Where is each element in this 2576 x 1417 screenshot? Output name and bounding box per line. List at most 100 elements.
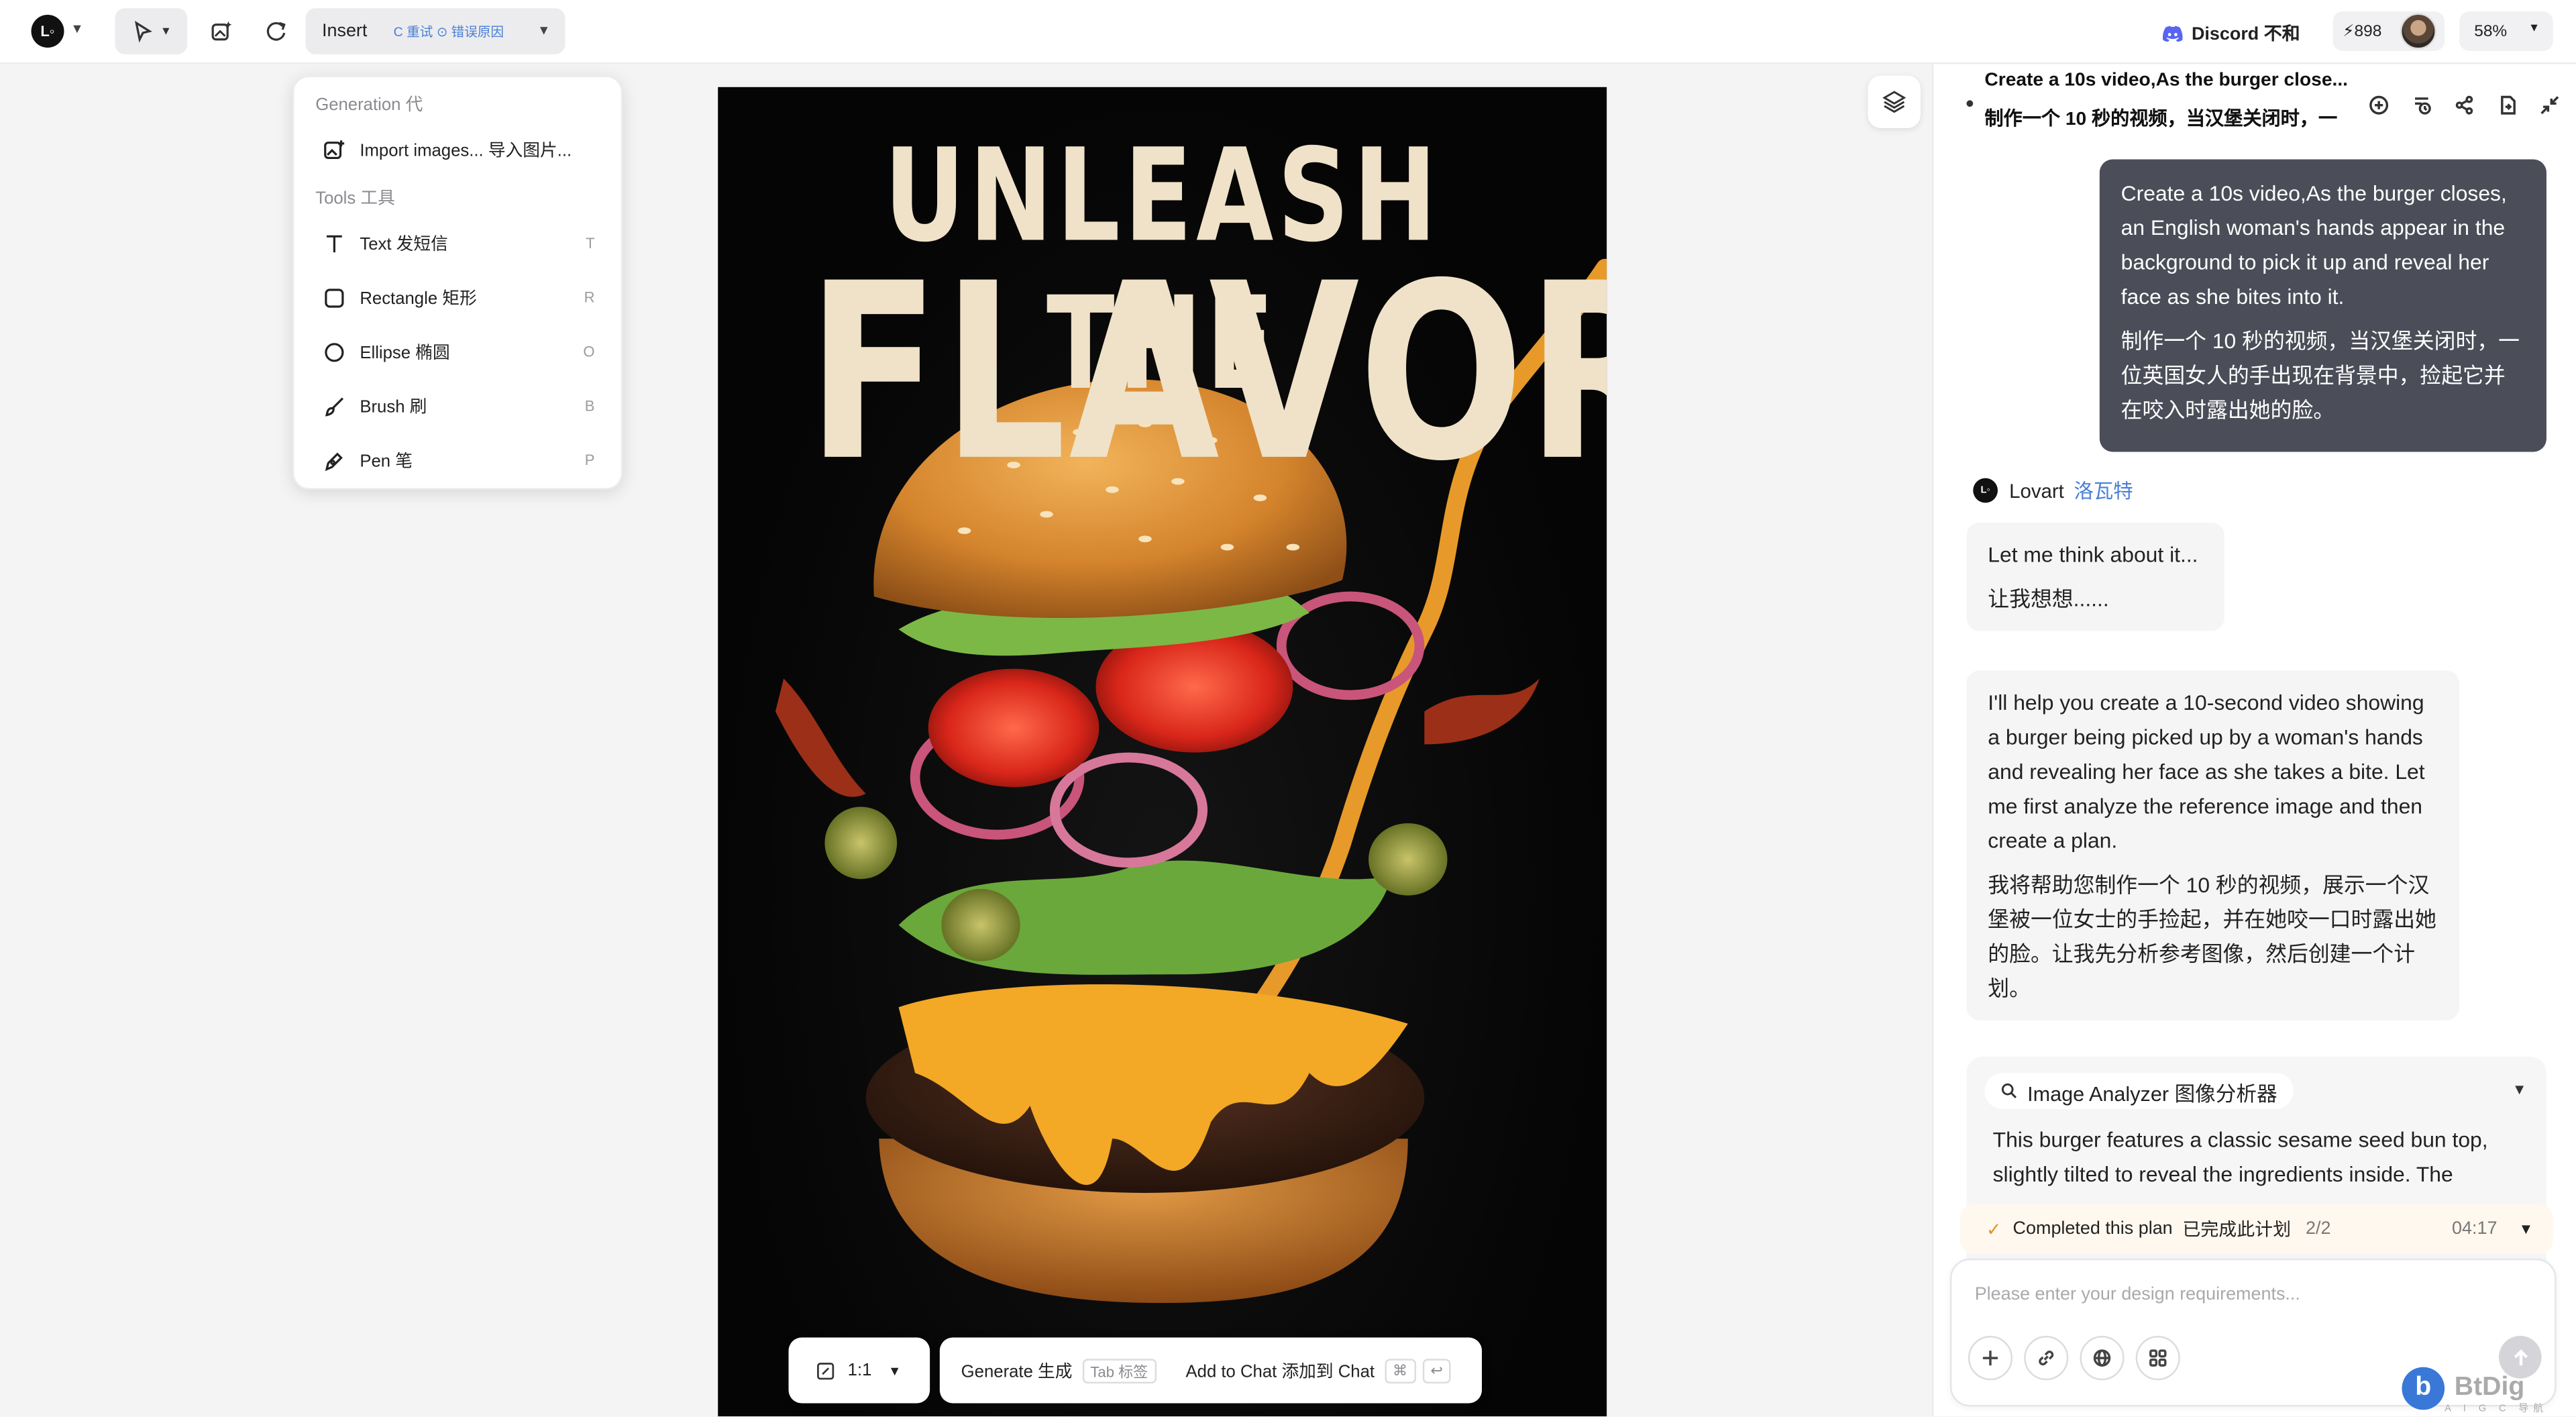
image-analyzer-tag: Image Analyzer 图像分析器 (1984, 1073, 2294, 1110)
insert-retry-hint[interactable]: C 重试 ⊙ 错误原因 (394, 22, 504, 40)
discord-link[interactable]: Discord 不和 (2162, 19, 2300, 46)
brush-icon (325, 397, 344, 416)
plus-icon (1982, 1351, 1998, 1366)
discord-label: Discord 不和 (2191, 24, 2300, 45)
menu-item-label: Import images... 导入图片... (360, 140, 572, 160)
avatar[interactable] (2400, 13, 2436, 50)
agent-header: L◦ Lovart 洛瓦特 (1973, 476, 2133, 505)
plan-time: 04:17 (2452, 1219, 2498, 1239)
chevron-down-icon: ▼ (537, 23, 551, 38)
chat-subtitle: 制作一个 10 秒的视频，当汉堡关闭时，一 (1984, 110, 2338, 130)
shortcut-key: R (584, 289, 595, 306)
text-icon (327, 234, 342, 252)
shortcut-key: T (586, 235, 595, 252)
status-dot (1966, 100, 1974, 107)
enter-key-hint: ↩ (1422, 1358, 1452, 1383)
canvas-action-bar: Generate 生成 Tab 标签 Add to Chat 添加到 Chat … (939, 1337, 1482, 1404)
layers-button[interactable] (1868, 75, 1921, 129)
menu-item-rectangle[interactable]: Rectangle 矩形 R (307, 274, 611, 321)
magic-edit-button[interactable] (202, 8, 241, 54)
chevron-down-icon: ▼ (2528, 23, 2540, 35)
aspect-ratio-select[interactable]: 1:1 ▼ (788, 1337, 930, 1404)
share-icon (2455, 95, 2473, 115)
chevron-down-icon: ▼ (160, 25, 172, 38)
chevron-down-icon[interactable]: ▼ (2512, 1081, 2527, 1097)
insert-menu: Generation 代 Import images... 导入图片... To… (292, 75, 623, 490)
thinking-en: Let me think about it... (1988, 542, 2198, 567)
menu-item-brush[interactable]: Brush 刷 B (307, 383, 611, 429)
collapse-button[interactable] (2528, 92, 2571, 118)
cursor-icon (133, 20, 152, 43)
user-message-cn: 制作一个 10 秒的视频，当汉堡关闭时，一位英国女人的手出现在背景中，捡起它并在… (2121, 328, 2520, 423)
chevron-down-icon: ▼ (2518, 1220, 2534, 1238)
menu-item-label: Brush 刷 (360, 397, 427, 417)
agent-name: Lovart (2009, 478, 2064, 503)
plan-step-count: 2/2 (2306, 1219, 2331, 1239)
thinking-cn: 让我想想...... (1988, 586, 2109, 612)
new-chat-button[interactable] (2357, 92, 2400, 118)
insert-label: Insert (322, 21, 368, 42)
search-icon (2001, 1083, 2017, 1098)
menu-item-ellipse[interactable]: Ellipse 椭圆 O (307, 329, 611, 375)
zoom-select[interactable]: 58% ▼ (2459, 11, 2553, 51)
chevron-down-icon[interactable]: ▼ (70, 21, 83, 36)
menu-item-pen[interactable]: Pen 笔 P (307, 437, 611, 483)
link-button[interactable] (2024, 1336, 2069, 1381)
plan-status-bar[interactable]: ✓ Completed this plan 已完成此计划 2/2 04:17 ▼ (1960, 1204, 2553, 1254)
pen-icon (325, 452, 343, 470)
grid-icon (2149, 1349, 2167, 1367)
history-button[interactable] (2400, 92, 2443, 118)
arrow-up-icon (2513, 1348, 2527, 1365)
menu-item-import-images[interactable]: Import images... 导入图片... (307, 127, 611, 173)
generate-button[interactable]: Generate 生成 (961, 1358, 1073, 1383)
rotate-button[interactable] (256, 8, 296, 54)
rectangle-icon (325, 288, 344, 307)
top-toolbar: L◦ ▼ ▼ Insert C 重试 ⊙ 错误原因 ▼ Discord 不和 ⚡… (0, 0, 2576, 64)
agent-thinking-message: Let me think about it... 让我想想...... (1966, 522, 2224, 631)
zoom-value: 58% (2474, 22, 2508, 41)
poster-headline-line2: FLAVOR (806, 231, 1607, 515)
aspect-ratio-value: 1:1 (847, 1360, 872, 1381)
input-toolbar (1968, 1336, 2192, 1381)
menu-item-text[interactable]: Text 发短信 T (307, 220, 611, 266)
add-to-chat-button[interactable]: Add to Chat 添加到 Chat (1185, 1358, 1375, 1383)
plan-en: I'll help you create a 10-second video s… (1988, 690, 2425, 853)
check-icon: ✓ (1986, 1220, 2002, 1240)
collapse-icon (2540, 96, 2559, 115)
cmd-key-hint: ⌘ (1384, 1358, 1416, 1383)
credits-value: ⚡898 (2343, 22, 2382, 41)
discord-icon (2162, 25, 2183, 41)
share-button[interactable] (2443, 92, 2486, 118)
menu-item-label: Pen 笔 (360, 451, 413, 471)
history-icon (2415, 97, 2431, 115)
image-plus-icon (324, 140, 345, 158)
apps-button[interactable] (2135, 1336, 2180, 1381)
insert-button[interactable]: Insert C 重试 ⊙ 错误原因 ▼ (305, 8, 566, 54)
plan-status-label-cn: 已完成此计划 (2182, 1220, 2292, 1241)
plan-cn: 我将帮助您制作一个 10 秒的视频，展示一个汉堡被一位女士的手捡起，并在她咬一口… (1988, 872, 2436, 1001)
lovart-logo-icon: L◦ (1973, 478, 1998, 503)
chat-header-actions (2357, 92, 2571, 118)
image-analyzer-label: Image Analyzer 图像分析器 (2027, 1082, 2277, 1105)
tab-key-hint: Tab 标签 (1082, 1358, 1157, 1383)
rotate-icon (266, 21, 286, 41)
chat-panel: Create a 10s video,As the burger close..… (1932, 64, 2576, 1417)
layers-icon (1882, 91, 1906, 113)
watermark-brand: BtDig (2454, 1373, 2525, 1402)
chevron-down-icon: ▼ (888, 1363, 902, 1378)
agent-plan-message: I'll help you create a 10-second video s… (1966, 670, 2460, 1020)
file-export-icon (2501, 95, 2516, 115)
attach-button[interactable] (1968, 1336, 2013, 1381)
chat-input[interactable]: Please enter your design requirements... (1975, 1285, 2300, 1304)
menu-item-label: Text 发短信 (360, 233, 448, 254)
export-button[interactable] (2485, 92, 2528, 118)
canvas-image[interactable]: UNLEASH THE FLAVOR (718, 87, 1607, 1417)
select-tool-button[interactable]: ▼ (115, 8, 188, 54)
plan-status-label: Completed this plan (2012, 1219, 2173, 1239)
image-sparkle-icon (211, 21, 232, 41)
web-search-button[interactable] (2080, 1336, 2125, 1381)
chat-title: Create a 10s video,As the burger close..… (1984, 70, 2349, 91)
menu-item-label: Ellipse 椭圆 (360, 342, 450, 363)
lovart-logo-icon[interactable]: L◦ (31, 15, 64, 48)
menu-item-label: Rectangle 矩形 (360, 288, 477, 309)
